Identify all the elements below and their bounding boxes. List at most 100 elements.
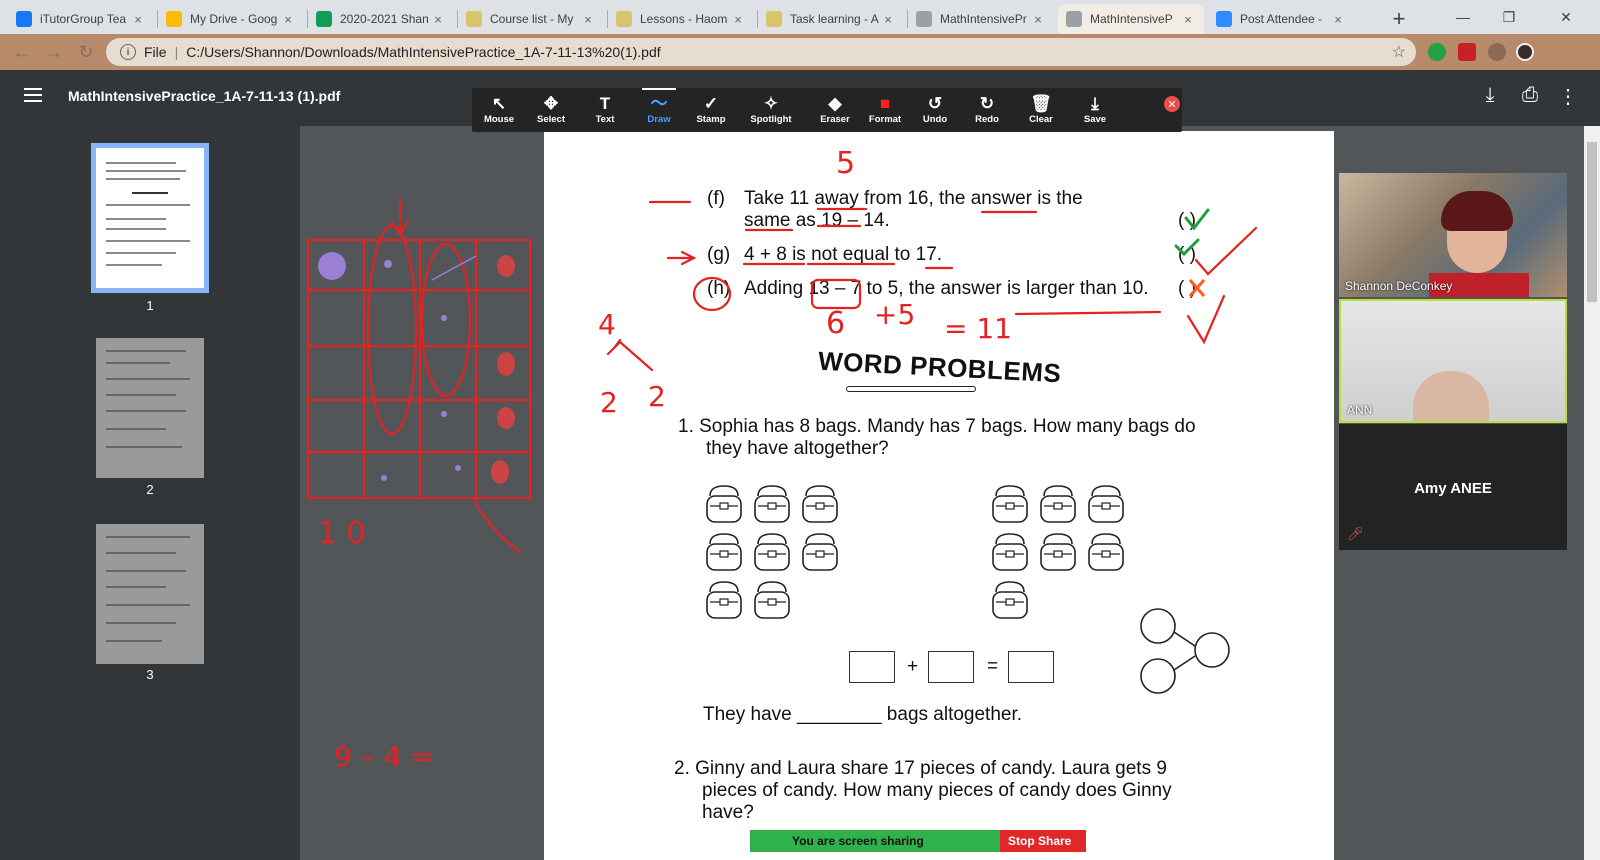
tab-separator <box>907 10 908 28</box>
menu-icon[interactable] <box>24 88 42 102</box>
tab-separator <box>307 10 308 28</box>
tool-label: Mouse <box>483 114 515 125</box>
page-thumbnail-1[interactable] <box>91 143 209 293</box>
profile-avatar[interactable] <box>1516 43 1534 61</box>
ink-eq11: = 11 <box>944 312 1012 345</box>
tool-select[interactable]: ✥ Select <box>524 88 578 132</box>
print-icon[interactable]: ⎙ <box>1518 84 1542 107</box>
item-f-text-line1: Take 11 away from 16, the answer is the <box>744 188 1083 209</box>
ink-6: 6 <box>826 306 846 341</box>
tool-save[interactable]: ⤓ Save <box>1068 88 1122 132</box>
extension-ublock-icon[interactable] <box>1458 43 1476 61</box>
tab-close-icon[interactable]: × <box>280 12 296 27</box>
format-icon: ■ <box>879 94 891 113</box>
tab-close-icon[interactable]: × <box>1030 12 1046 27</box>
tab-close-icon[interactable]: × <box>130 12 146 27</box>
browser-tab[interactable]: Course list - My × <box>458 4 604 34</box>
tool-label: Text <box>595 114 615 125</box>
tool-label: Draw <box>647 114 671 125</box>
video-tile-amy[interactable]: Amy ANEE 🎤︎ <box>1339 424 1567 550</box>
item-h-label: (h) <box>707 278 731 299</box>
mouse-icon: ↖ <box>491 94 507 113</box>
page-thumbnail-2[interactable] <box>96 338 204 478</box>
tab-title: Task learning - A <box>790 12 879 26</box>
extensions-puzzle-icon[interactable] <box>1488 43 1506 61</box>
address-bar[interactable]: i File | C:/Users/Shannon/Downloads/Math… <box>106 38 1416 66</box>
tab-close-icon[interactable]: × <box>1180 12 1196 27</box>
tool-stamp[interactable]: ✓ Stamp <box>684 88 738 132</box>
extension-green-icon[interactable] <box>1428 43 1446 61</box>
pencil-graphic <box>846 386 976 392</box>
ink-10: 1 0 <box>318 516 366 551</box>
tool-format[interactable]: ■ Format <box>858 88 912 132</box>
restore-button[interactable]: ❐ <box>1486 0 1532 34</box>
vertical-scrollbar[interactable] <box>1584 126 1600 860</box>
scrollbar-thumb[interactable] <box>1587 142 1597 302</box>
tool-undo[interactable]: ↺ Undo <box>908 88 962 132</box>
ink-4: 4 <box>598 308 616 341</box>
page-thumbnail-3[interactable] <box>96 524 204 664</box>
browser-tab[interactable]: Lessons - Haom × <box>608 4 754 34</box>
tab-close-icon[interactable]: × <box>1330 12 1346 27</box>
answer-box-1 <box>849 651 895 683</box>
tool-mouse[interactable]: ↖ Mouse <box>472 88 526 132</box>
answer-paren-g: ( ) <box>1178 244 1196 265</box>
tab-title: iTutorGroup Tea <box>40 12 127 26</box>
question-2-line2: pieces of candy. How many pieces of cand… <box>702 780 1172 801</box>
more-options-icon[interactable]: ⋮ <box>1556 84 1580 109</box>
tool-label: Select <box>537 114 565 125</box>
browser-tab[interactable]: My Drive - Goog × <box>158 4 304 34</box>
minimize-button[interactable]: — <box>1440 0 1486 34</box>
reload-icon[interactable]: ↻ <box>74 40 98 64</box>
back-icon[interactable]: ← <box>10 40 34 64</box>
tool-clear[interactable]: 🗑 Clear <box>1014 88 1068 132</box>
tool-text[interactable]: T Text <box>578 88 632 132</box>
text-icon: T <box>599 94 611 113</box>
close-annotation-icon[interactable]: ✕ <box>1164 96 1180 112</box>
video-tile-ann[interactable]: ANN <box>1339 299 1567 423</box>
participant-hair <box>1441 191 1513 231</box>
tool-label: Redo <box>975 114 999 125</box>
annotation-toolbar: ↖ Mouse ✥ Select T Text 〜 Draw ✓ Stamp ✧ Spotlight ◆… <box>472 88 1182 132</box>
item-f-label: (f) <box>707 188 725 209</box>
tool-eraser[interactable]: ◆ Eraser <box>808 88 862 132</box>
tab-title: Post Attendee - <box>1240 12 1323 26</box>
ink-plus5: +5 <box>874 298 916 331</box>
tab-close-icon[interactable]: × <box>730 12 746 27</box>
browser-tab[interactable]: iTutorGroup Tea × <box>8 4 154 34</box>
thumbnail-sidebar: 1 2 3 <box>0 126 300 860</box>
forward-icon[interactable]: → <box>42 40 66 64</box>
browser-tab[interactable]: Task learning - A × <box>758 4 904 34</box>
lessons-icon <box>616 11 632 27</box>
tab-close-icon[interactable]: × <box>880 12 896 27</box>
browser-tab[interactable]: Post Attendee - × <box>1208 4 1354 34</box>
browser-tab-strip: iTutorGroup Tea × My Drive - Goog × 2020-202… <box>0 0 1600 34</box>
tab-close-icon[interactable]: × <box>430 12 446 27</box>
tool-redo[interactable]: ↻ Redo <box>960 88 1014 132</box>
window-close-button[interactable]: ✕ <box>1532 0 1600 34</box>
tool-label: Save <box>1083 114 1107 125</box>
tool-draw[interactable]: 〜 Draw <box>632 88 686 132</box>
stop-share-button[interactable]: Stop Share <box>1000 830 1086 852</box>
tab-title: My Drive - Goog <box>190 12 278 26</box>
tab-title: MathIntensiveP <box>1090 12 1173 26</box>
download-icon[interactable]: ⤓ <box>1478 84 1502 107</box>
browser-tab[interactable]: MathIntensiveP × <box>1058 4 1204 34</box>
select-icon: ✥ <box>543 94 559 113</box>
browser-tab[interactable]: 2020-2021 Shan × <box>308 4 454 34</box>
video-tile-shannon[interactable]: Shannon DeConkey <box>1339 173 1567 297</box>
equals-sign: = <box>987 656 999 677</box>
save-icon: ⤓ <box>1091 94 1099 113</box>
tab-close-icon[interactable]: × <box>580 12 596 27</box>
tab-separator <box>607 10 608 28</box>
question-1-line2: they have altogether? <box>706 438 889 459</box>
tab-separator <box>757 10 758 28</box>
task-icon <box>766 11 782 27</box>
bookmark-star-icon[interactable]: ☆ <box>1392 42 1406 62</box>
tool-spotlight[interactable]: ✧ Spotlight <box>744 88 798 132</box>
browser-tab[interactable]: MathIntensivePr × <box>908 4 1054 34</box>
redo-icon: ↻ <box>979 94 995 113</box>
site-info-icon[interactable]: i <box>120 44 136 60</box>
thumbnail-number: 1 <box>146 298 154 313</box>
new-tab-button[interactable]: + <box>1386 6 1412 32</box>
